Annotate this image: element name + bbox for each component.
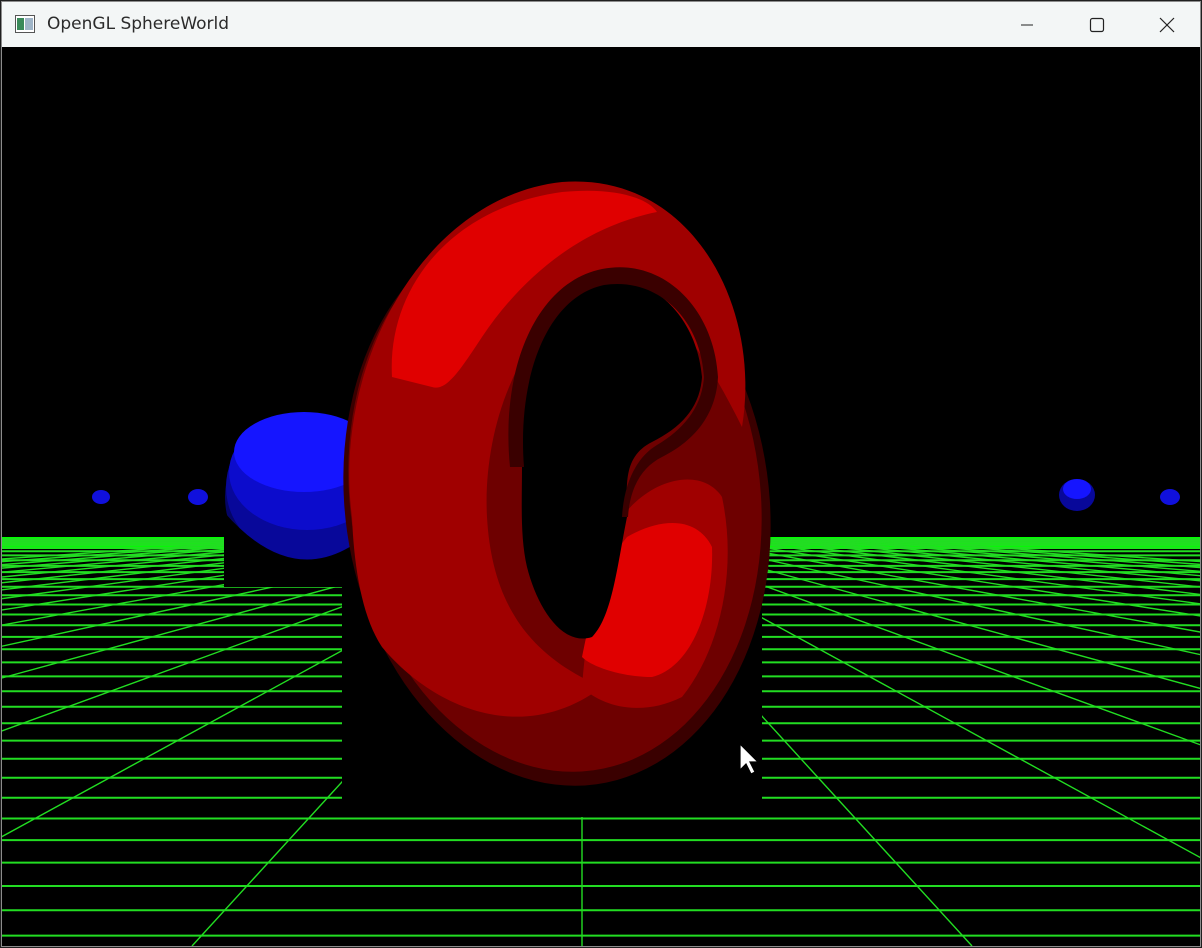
floor-grid-line <box>869 538 1200 563</box>
minimize-icon <box>1020 18 1034 32</box>
window-title: OpenGL SphereWorld <box>47 14 230 34</box>
floor-grid-line <box>2 538 385 578</box>
floor-grid-line <box>2 538 295 560</box>
app-window-icon <box>15 15 35 33</box>
maximize-icon <box>1089 17 1105 33</box>
distant-sphere <box>188 489 208 505</box>
minimize-button[interactable] <box>992 2 1062 47</box>
floor-grid-line <box>2 538 313 563</box>
close-button[interactable] <box>1132 2 1200 47</box>
floor-grid-line <box>743 538 1200 596</box>
distant-sphere <box>1160 489 1180 505</box>
floor-grid-line <box>2 538 367 573</box>
floor-grid-line <box>761 538 1200 588</box>
floor-grid-line <box>815 538 1200 573</box>
floor-grid-line <box>833 538 1200 569</box>
floor-grid-line <box>797 538 1200 577</box>
distant-sphere <box>92 490 110 504</box>
title-bar[interactable]: OpenGL SphereWorld <box>2 2 1200 47</box>
close-icon <box>1159 17 1175 33</box>
maximize-button[interactable] <box>1062 2 1132 47</box>
floor-grid-line <box>725 538 1200 605</box>
distant-sphere <box>1059 479 1095 511</box>
floor-grid-line <box>689 538 1200 633</box>
scene-canvas <box>2 181 1200 946</box>
opengl-render-viewport[interactable] <box>2 47 1200 946</box>
floor-grid-line <box>2 538 331 566</box>
app-window: OpenGL SphereWorld <box>1 1 1201 947</box>
